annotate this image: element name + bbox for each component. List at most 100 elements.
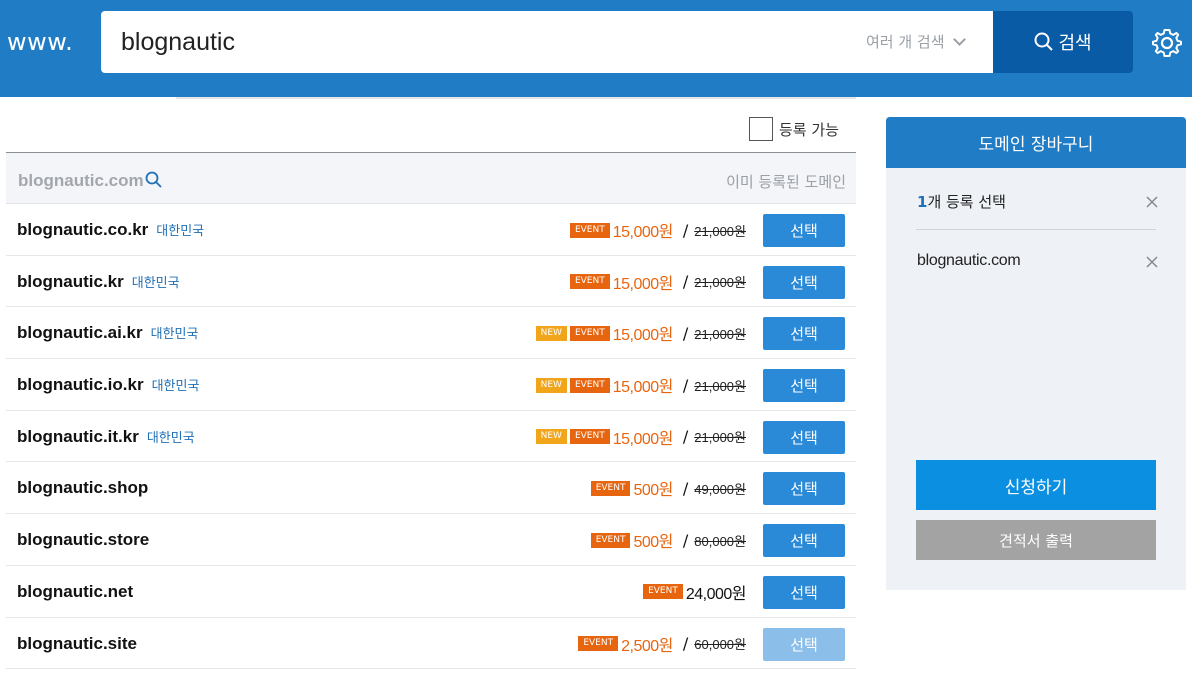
event-price: 15,000원 xyxy=(612,275,674,293)
cart-divider xyxy=(916,229,1156,230)
apply-button[interactable]: 신청하기 xyxy=(916,460,1156,510)
select-button[interactable]: 선택 xyxy=(763,472,845,506)
event-badge: EVENT xyxy=(569,429,610,445)
price-group: EVENT 24,000원 xyxy=(643,580,747,604)
table-row: blognautic.kr 대한민국 EVENT 15,000원 / 21,000원 선택 xyxy=(6,256,856,308)
country-label: 대한민국 xyxy=(156,224,205,239)
event-price: 15,000원 xyxy=(612,224,674,241)
select-button[interactable]: 선택 xyxy=(763,420,845,454)
event-badge: EVENT xyxy=(569,377,610,393)
price-separator: / xyxy=(682,478,689,498)
select-button[interactable]: 선택 xyxy=(763,627,845,661)
registered-domain: blognautic.com xyxy=(18,171,144,190)
original-price: 21,000원 xyxy=(694,275,746,291)
select-button[interactable]: 선택 xyxy=(763,524,845,558)
select-button[interactable]: 선택 xyxy=(763,317,845,351)
table-row: blognautic.ai.kr 대한민국 NEW EVENT 15,000원 / 21,0… xyxy=(6,307,856,360)
result-rows: blognautic.co.kr 대한민국 EVENT 15,000원/21,000원… xyxy=(6,204,856,670)
price-group: EVENT 500원 / 49,000원 xyxy=(590,476,746,500)
price-group: NEW EVENT 15,000원 / 21,000원 xyxy=(535,321,746,345)
remove-item-icon[interactable] xyxy=(1146,256,1158,268)
chevron-down-icon xyxy=(952,32,966,46)
search-box: 여러 개 검색 xyxy=(101,11,993,73)
event-badge: EVENT xyxy=(590,532,631,548)
gear-icon[interactable] xyxy=(1152,28,1182,58)
cart-count-label: 개 등록 선택 xyxy=(927,193,1006,211)
search-button-label: 검색 xyxy=(1058,33,1092,54)
registered-status: 이미 등록된 도메인 xyxy=(726,173,846,191)
domain-name: blognautic.io.kr 대한민국 xyxy=(17,375,200,395)
price-separator: / xyxy=(682,375,689,395)
price-separator: / xyxy=(682,634,689,653)
event-badge: EVENT xyxy=(569,274,610,290)
price-group: NEW EVENT 15,000원 / 21,000원 xyxy=(535,373,746,397)
price-group: EVENT 15,000원 / 21,000원 xyxy=(569,218,746,242)
table-row: blognautic.net EVENT 24,000원 선택 xyxy=(6,566,856,618)
search-icon[interactable] xyxy=(145,171,163,189)
event-badge: EVENT xyxy=(569,325,610,341)
price-separator: / xyxy=(682,272,689,292)
www-label: www. xyxy=(7,28,74,56)
table-row: blognautic.co.kr 대한민국 EVENT 15,000원 / 21,000원… xyxy=(6,204,856,256)
price-group: EVENT 500원 / 80,000원 xyxy=(590,528,746,552)
print-quote-button[interactable]: 견적서 출력 xyxy=(916,520,1156,560)
available-filter[interactable]: 등록 가능 xyxy=(749,117,839,141)
domain-name: blognautic.shop xyxy=(17,478,149,498)
event-price: 15,000원 xyxy=(612,430,674,448)
original-price: 49,000원 xyxy=(694,481,746,497)
search-icon xyxy=(1034,32,1054,51)
search-button[interactable]: 검색 xyxy=(993,11,1133,73)
country-label: 대한민국 xyxy=(131,275,180,291)
select-button[interactable]: 선택 xyxy=(763,575,845,609)
available-label: 등록 가능 xyxy=(779,120,839,139)
registered-domain-row: blognautic.com 이미 등록된 도메인 xyxy=(6,152,856,204)
price-group: EVENT 2,500원 / 60,000원 xyxy=(578,632,746,656)
original-price: 60,000원 xyxy=(694,637,746,652)
country-label: 대한민국 xyxy=(150,327,199,343)
event-badge: EVENT xyxy=(578,636,619,651)
multi-search-label: 여러 개 검색 xyxy=(866,33,945,51)
new-badge: NEW xyxy=(535,377,567,393)
available-checkbox[interactable] xyxy=(749,117,773,141)
select-button[interactable]: 선택 xyxy=(763,369,845,403)
price-group: EVENT 15,000원 / 21,000원 xyxy=(569,270,746,294)
event-price: 24,000원 xyxy=(685,585,747,603)
price-separator: / xyxy=(682,323,689,343)
select-button[interactable]: 선택 xyxy=(763,265,845,299)
cart-item: blognautic.com xyxy=(917,252,1021,269)
domain-name: blognautic.kr 대한민국 xyxy=(17,271,180,291)
cart-count: 1개 등록 선택 xyxy=(917,191,1006,212)
event-badge: EVENT xyxy=(643,584,683,600)
original-price: 80,000원 xyxy=(694,533,746,549)
search-input[interactable] xyxy=(121,11,821,73)
table-row: blognautic.store EVENT 500원 / 80,000원 선택 xyxy=(6,514,856,566)
table-row: blognautic.io.kr 대한민국 NEW EVENT 15,000원 / 21,0… xyxy=(6,359,856,411)
new-badge: NEW xyxy=(535,325,567,341)
country-label: 대한민국 xyxy=(146,430,195,446)
clear-all-icon[interactable] xyxy=(1146,196,1158,208)
event-price: 500원 xyxy=(633,534,673,552)
domain-results: blognautic.com 이미 등록된 도메인 blognautic.co.… xyxy=(6,152,856,670)
event-price: 15,000원 xyxy=(612,327,674,345)
domain-cart: 도메인 장바구니 1개 등록 선택 blognautic.com 신청하기 견적… xyxy=(886,117,1186,590)
price-separator: / xyxy=(682,427,689,447)
domain-name: blognautic.it.kr 대한민국 xyxy=(17,426,195,446)
original-price: 21,000원 xyxy=(694,223,746,239)
table-row: blognautic.it.kr 대한민국 NEW EVENT 15,000원 / 21,0… xyxy=(6,411,856,463)
event-badge: EVENT xyxy=(569,222,610,238)
price-separator: / xyxy=(682,220,689,240)
multi-search-dropdown[interactable]: 여러 개 검색 xyxy=(866,31,966,52)
country-label: 대한민국 xyxy=(151,379,200,395)
domain-name: blognautic.store xyxy=(17,530,150,550)
select-button[interactable]: 선택 xyxy=(763,214,845,247)
domain-name: blognautic.site xyxy=(17,633,137,653)
event-price: 500원 xyxy=(633,482,673,500)
event-badge: EVENT xyxy=(590,480,631,496)
cart-title: 도메인 장바구니 xyxy=(886,117,1186,168)
cart-count-number: 1 xyxy=(917,193,928,211)
domain-name: blognautic.ai.kr 대한민국 xyxy=(17,323,199,343)
price-separator: / xyxy=(682,530,689,550)
event-price: 15,000원 xyxy=(612,379,674,397)
original-price: 21,000원 xyxy=(694,430,746,446)
event-price: 2,500원 xyxy=(621,637,673,655)
